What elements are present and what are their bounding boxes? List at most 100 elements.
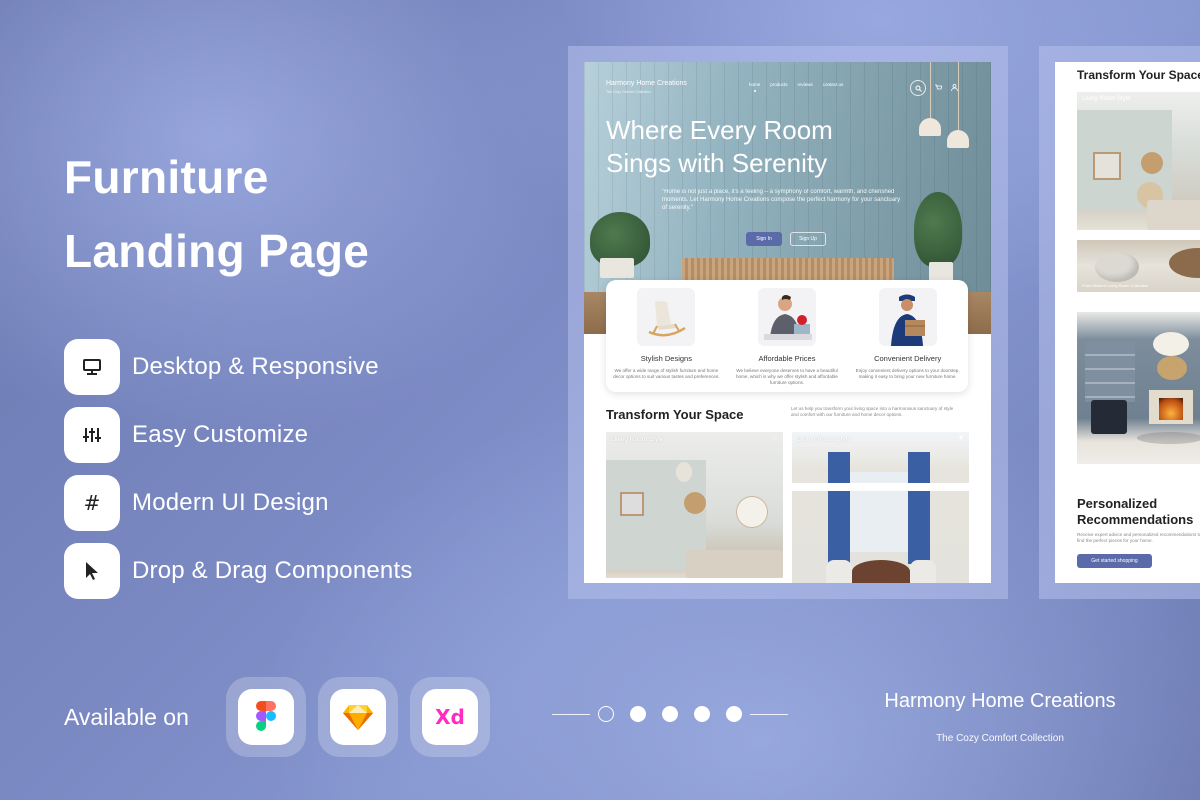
pager-line-right <box>750 713 788 715</box>
nav-contact[interactable]: contact us <box>823 82 844 87</box>
recommendations-title-line1: Personalized <box>1077 496 1158 511</box>
feature-label: Desktop & Responsive <box>132 353 379 380</box>
cart-icon[interactable] <box>935 84 943 93</box>
pendant-cord <box>958 62 959 132</box>
feature-label: Easy Customize <box>132 421 309 448</box>
feature-card: Affordable Prices We believe everyone de… <box>732 288 842 392</box>
nav-products[interactable]: products <box>770 82 787 87</box>
hero-title-line1: Furniture <box>64 151 269 203</box>
site-brand-tagline: The Cozy Comfort Collection <box>606 90 651 94</box>
wicker-plate-image <box>1141 152 1163 174</box>
transform-text: Let us help you transform your living sp… <box>791 406 954 417</box>
hash-icon: # <box>64 475 120 531</box>
brand-footer: Harmony Home Creations The Cozy Comfort … <box>860 690 1140 744</box>
fireplace-room-image[interactable] <box>1077 312 1200 464</box>
feature-item: Drop & Drag Components <box>64 543 413 599</box>
pouf-image[interactable]: From Modern Living Room Collection <box>1077 240 1200 292</box>
tool-xd[interactable]: Xd <box>410 677 490 757</box>
user-icon[interactable] <box>951 83 958 93</box>
pager-dot[interactable] <box>726 706 742 722</box>
delivery-man-image <box>878 288 937 346</box>
site-nav: home products reviews contact us <box>749 82 844 92</box>
landing-page-mockup-secondary: Transform Your Space Living Room Style F… <box>1055 62 1200 583</box>
frame-image <box>620 492 644 516</box>
feature-card: Stylish Designs We offer a wide range of… <box>611 288 721 392</box>
feature-item: # Modern UI Design <box>64 475 413 531</box>
pager-dot[interactable] <box>630 706 646 722</box>
room-label: Living Room Style <box>611 436 664 443</box>
dining-chair <box>910 560 936 583</box>
heart-filled-icon[interactable]: ♥ <box>959 435 963 442</box>
hero-headline-line2: Sings with Serenity <box>606 148 828 178</box>
nav-home[interactable]: home <box>749 82 760 92</box>
glass-table <box>1137 432 1200 444</box>
feature-card-title: Stylish Designs <box>640 354 692 363</box>
dining-table-image <box>852 560 910 583</box>
monitor-icon <box>64 339 120 395</box>
feature-label: Modern UI Design <box>132 489 329 516</box>
get-started-button[interactable]: Get started shopping <box>1077 554 1152 568</box>
plant-right-image <box>914 192 962 267</box>
rocking-chair-image <box>637 288 696 346</box>
hero-headline: Where Every Room Sings with Serenity <box>606 114 906 180</box>
landing-page-mockup: Harmony Home Creations The Cozy Comfort … <box>584 62 991 583</box>
xd-text: Xd <box>435 705 465 729</box>
room-divider <box>606 578 783 583</box>
site-nav-icons <box>910 80 958 96</box>
room-label: Living Room Style <box>1082 96 1131 102</box>
xd-icon: Xd <box>422 689 478 745</box>
bookshelf <box>1085 342 1135 402</box>
recommendations-title-line2: Recommendations <box>1077 512 1194 527</box>
pager-dot[interactable] <box>662 706 678 722</box>
wall-mirror <box>1157 356 1187 380</box>
sofa-image <box>1147 200 1200 230</box>
recommendations-title: Personalized Recommendations <box>1077 496 1193 528</box>
pager-dot-active[interactable] <box>598 706 614 722</box>
heart-outline-icon[interactable]: ♡ <box>771 435 777 443</box>
wicker-plate-image <box>684 492 706 514</box>
pager-dot[interactable] <box>694 706 710 722</box>
sliders-icon <box>64 407 120 463</box>
room-card-living[interactable]: Living Room Style ♡ <box>606 432 783 583</box>
nav-reviews[interactable]: reviews <box>798 82 813 87</box>
feature-card-title: Affordable Prices <box>758 354 816 363</box>
feature-card-text: We believe everyone deserves to have a b… <box>736 368 838 385</box>
tool-sketch[interactable] <box>318 677 398 757</box>
site-brand[interactable]: Harmony Home Creations The Cozy Comfort … <box>606 80 687 94</box>
sofa-image <box>686 550 783 578</box>
available-label: Available on <box>64 703 189 730</box>
planter-right <box>929 262 953 282</box>
recommendations-text-line2: find the perfect pieces for your home. <box>1077 538 1153 543</box>
transform-title: Transform Your Space <box>606 407 744 422</box>
feature-card-title: Convenient Delivery <box>874 354 942 363</box>
curtain-right <box>908 452 930 564</box>
search-icon[interactable] <box>910 80 926 96</box>
sign-in-button[interactable]: Sign In <box>746 232 782 246</box>
feature-card-text: Enjoy convenient delivery options to you… <box>855 368 960 379</box>
feature-item: Desktop & Responsive <box>64 339 413 395</box>
room-label: Dining Room Style <box>797 436 851 443</box>
cursor-icon <box>64 543 120 599</box>
living-room-image[interactable]: Living Room Style <box>1077 92 1200 230</box>
transform-title: Transform Your Space <box>1077 68 1200 82</box>
planter-left <box>600 258 634 278</box>
brand-name: Harmony Home Creations <box>884 690 1116 712</box>
wall-decor <box>676 462 692 482</box>
figma-icon <box>238 689 294 745</box>
pendant-lamp-icon <box>947 130 969 148</box>
armchair <box>1091 400 1127 434</box>
pouf <box>1095 252 1139 282</box>
hero-title-line2: Landing Page <box>64 225 370 277</box>
features-card: Stylish Designs We offer a wide range of… <box>606 280 968 392</box>
frame-image <box>1093 152 1121 180</box>
brand-tagline: The Cozy Comfort Collection <box>936 733 1064 744</box>
hero-title: Furniture Landing Page <box>64 140 369 288</box>
room-divider <box>792 483 969 491</box>
tool-figma[interactable] <box>226 677 306 757</box>
sketch-icon <box>330 689 386 745</box>
feature-list: Desktop & Responsive Easy Customize # Mo… <box>64 339 413 611</box>
chandelier <box>1153 332 1189 356</box>
sign-up-button[interactable]: Sign Up <box>790 232 826 246</box>
room-card-dining[interactable]: Dining Room Style ♥ <box>792 432 969 583</box>
curtain-left <box>828 452 850 564</box>
